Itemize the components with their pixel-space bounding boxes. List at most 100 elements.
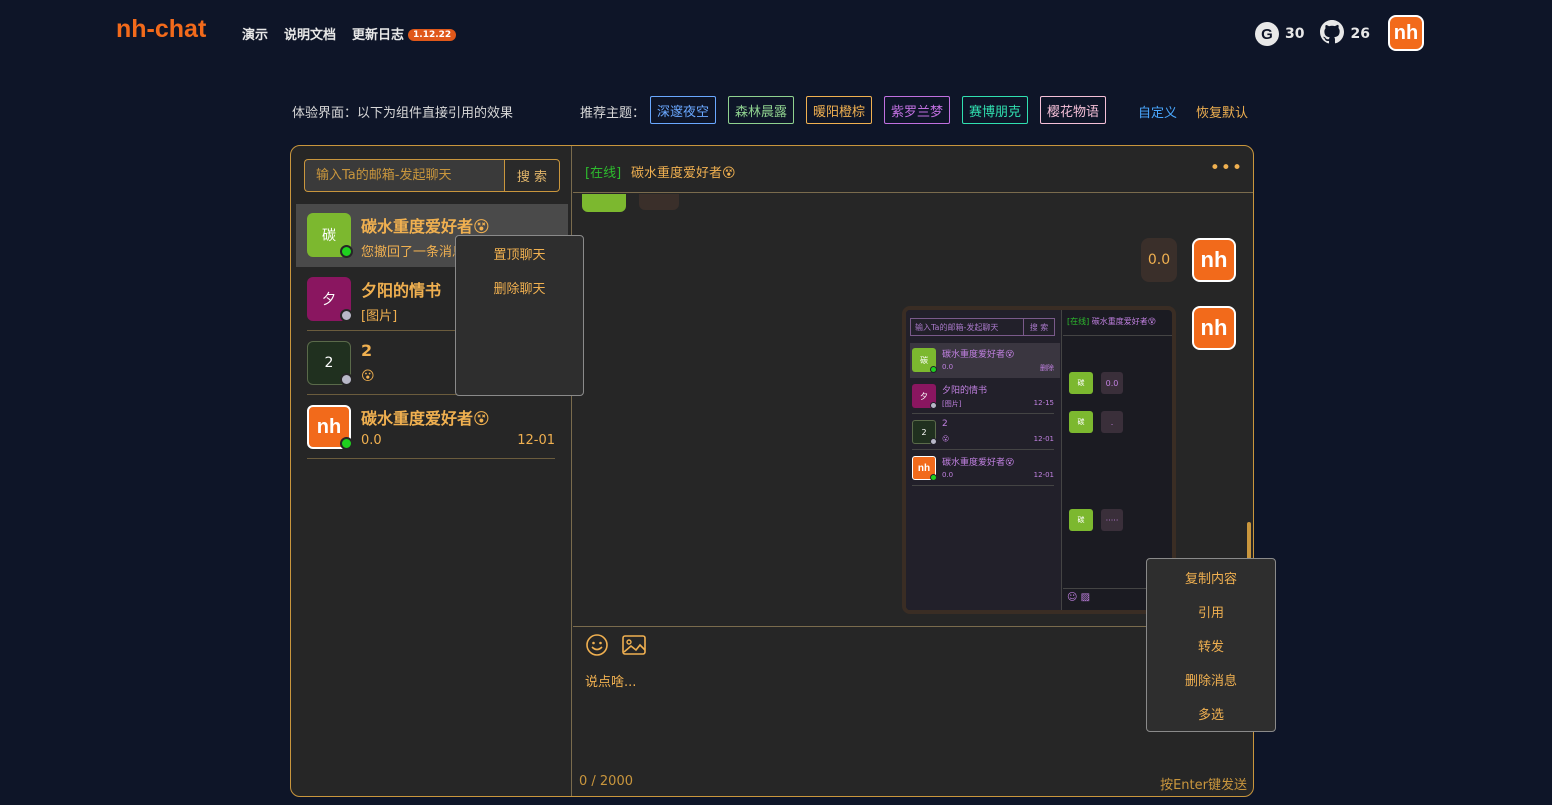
theme-forest-dew[interactable]: 森林晨露 (728, 96, 795, 124)
preview-status-dot (930, 402, 937, 409)
more-options-icon[interactable]: ••• (1210, 158, 1243, 178)
divider (307, 458, 555, 459)
preview-conversation: nh 碳水重度爱好者😵 0.0 12-01 (910, 451, 1060, 486)
preview-text: 0.0 (942, 363, 954, 371)
partial-avatar (582, 194, 626, 212)
message-context-menu: 复制内容 引用 转发 删除消息 多选 (1146, 558, 1276, 732)
screenshot-image-message[interactable]: 输入Ta的邮箱-发起聊天 搜 索 碳 碳水重度爱好者😵 0.0 删除 夕 夕阳的… (902, 306, 1176, 614)
preview-name: 碳水重度爱好者😵 (942, 350, 1015, 360)
preview-msg-avatar: 碳 (1069, 411, 1093, 433)
chat-app: 搜 索 碳 碳水重度爱好者😵 您撤回了一条消息 夕 夕阳的情书 [图片] 2 2… (290, 145, 1254, 797)
search-bar: 搜 索 (304, 159, 560, 192)
preview-name: 2 (942, 419, 948, 429)
preview-msg-bubble: . (1101, 411, 1123, 433)
github-icon (1320, 20, 1345, 48)
image-icon[interactable] (621, 633, 647, 657)
search-button[interactable]: 搜 索 (504, 159, 560, 192)
preview-conversation: 碳 碳水重度爱好者😵 0.0 删除 (910, 343, 1060, 378)
preview-text: 😮 (942, 435, 950, 443)
nav-demo[interactable]: 演示 (242, 24, 268, 43)
preview-status-dot (930, 474, 937, 481)
preview-time: 12-01 (1033, 435, 1054, 443)
partial-bubble (639, 194, 679, 210)
message-avatar: nh (1192, 306, 1236, 350)
offline-status-dot (340, 373, 353, 386)
reset-theme-link[interactable]: 恢复默认 (1196, 102, 1248, 121)
copy-content-item[interactable]: 复制内容 (1147, 560, 1275, 594)
delete-message-item[interactable]: 删除消息 (1147, 662, 1275, 696)
preview-conversation: 2 2 😮 12-01 (910, 415, 1060, 450)
github-count: 26 (1350, 26, 1370, 42)
conversation-name: 夕阳的情书 (361, 281, 442, 300)
conversation-preview: [图片] (361, 309, 398, 324)
theme-violet-dream[interactable]: 紫罗兰梦 (884, 96, 951, 124)
preview-time: 删除 (1040, 364, 1054, 372)
preview-time: 12-01 (1033, 471, 1054, 479)
version-badge: 1.12.22 (408, 29, 457, 41)
theme-deep-night[interactable]: 深邃夜空 (650, 96, 717, 124)
preview-divider (912, 413, 1054, 414)
composer-tools (585, 633, 647, 657)
preview-status-dot (930, 438, 937, 445)
theme-selector: 体验界面：以下为组件直接引用的效果 推荐主题： 深邃夜空 森林晨露 暖阳橙棕 紫… (292, 96, 1254, 124)
nav-changelog-label: 更新日志 (352, 28, 405, 43)
delete-chat-item[interactable]: 删除聊天 (456, 270, 583, 304)
preview-time: 12-15 (1033, 399, 1054, 407)
multi-select-item[interactable]: 多选 (1147, 696, 1275, 730)
conversation-preview: 😮 (361, 369, 375, 384)
conversation-name: 碳水重度爱好者😵 (361, 409, 490, 428)
theme-sakura[interactable]: 樱花物语 (1040, 96, 1107, 124)
user-avatar[interactable]: nh (1388, 15, 1424, 51)
pin-chat-item[interactable]: 置顶聊天 (456, 236, 583, 270)
chat-header: [在线] 碳水重度爱好者😵 ••• (573, 146, 1253, 193)
email-search-input[interactable] (304, 159, 504, 192)
experience-label: 体验界面：以下为组件直接引用的效果 (292, 106, 514, 121)
preview-title: 碳水重度爱好者😵 (1091, 317, 1157, 326)
brand-logo[interactable]: nh-chat (116, 15, 206, 44)
offline-status-dot (340, 309, 353, 322)
preview-divider (912, 485, 1054, 486)
preview-msg-avatar: 碳 (1069, 372, 1093, 394)
conversation-time: 12-01 (517, 433, 555, 448)
preview-conversation: 夕 夕阳的情书 [图片] 12-15 (910, 379, 1060, 414)
message-input[interactable]: 说点啥... (585, 671, 636, 690)
preview-msg-avatar: 碳 (1069, 509, 1093, 531)
conversation-preview: 0.0 (361, 433, 382, 448)
conversation-context-menu: 置顶聊天 删除聊天 (455, 235, 584, 396)
conversation-item[interactable]: nh 碳水重度爱好者😵 0.0 12-01 (296, 396, 568, 459)
quote-item[interactable]: 引用 (1147, 594, 1275, 628)
conversation-preview: 您撤回了一条消息 (361, 245, 466, 260)
preview-status-dot (930, 366, 937, 373)
nav-changelog[interactable]: 更新日志 1.12.22 (352, 24, 457, 43)
emoji-icon[interactable] (585, 633, 609, 657)
gitee-icon: G (1255, 22, 1279, 46)
online-status: [在线] (585, 166, 622, 181)
preview-text: 0.0 (942, 471, 954, 479)
conversation-sidebar: 搜 索 碳 碳水重度爱好者😵 您撤回了一条消息 夕 夕阳的情书 [图片] 2 2… (291, 146, 584, 796)
preview-msg-bubble: ····· (1101, 509, 1123, 531)
preview-search-text: 输入Ta的邮箱-发起聊天 (915, 322, 999, 332)
preview-sidebar: 输入Ta的邮箱-发起聊天 搜 索 碳 碳水重度爱好者😵 0.0 删除 夕 夕阳的… (906, 310, 1062, 610)
preview-divider (912, 449, 1054, 450)
repo-stats: G 30 26 (1255, 20, 1370, 48)
gitee-count: 30 (1285, 26, 1305, 42)
preview-name: 碳水重度爱好者😵 (942, 458, 1015, 468)
char-counter: 0 / 2000 (579, 774, 633, 789)
nav-docs[interactable]: 说明文档 (284, 24, 336, 43)
theme-cyberpunk[interactable]: 赛博朋克 (962, 96, 1029, 124)
main-nav: 演示 说明文档 更新日志 1.12.22 (242, 24, 457, 43)
github-stat[interactable]: 26 (1320, 20, 1370, 48)
preview-search: 输入Ta的邮箱-发起聊天 搜 索 (910, 318, 1055, 336)
send-hint: 按Enter键发送 (1160, 778, 1247, 793)
message-bubble[interactable]: 0.0 (1141, 238, 1177, 282)
gitee-stat[interactable]: G 30 (1255, 22, 1304, 46)
online-status-dot (340, 437, 353, 450)
preview-text: [图片] (942, 400, 962, 408)
preview-status: [在线] (1067, 317, 1090, 326)
theme-warm-orange[interactable]: 暖阳橙棕 (806, 96, 873, 124)
preview-msg-bubble: 0.0 (1101, 372, 1123, 394)
preview-search-button: 搜 索 (1023, 319, 1054, 335)
custom-theme-link[interactable]: 自定义 (1138, 102, 1177, 121)
preview-name: 夕阳的情书 (942, 386, 988, 396)
forward-item[interactable]: 转发 (1147, 628, 1275, 662)
